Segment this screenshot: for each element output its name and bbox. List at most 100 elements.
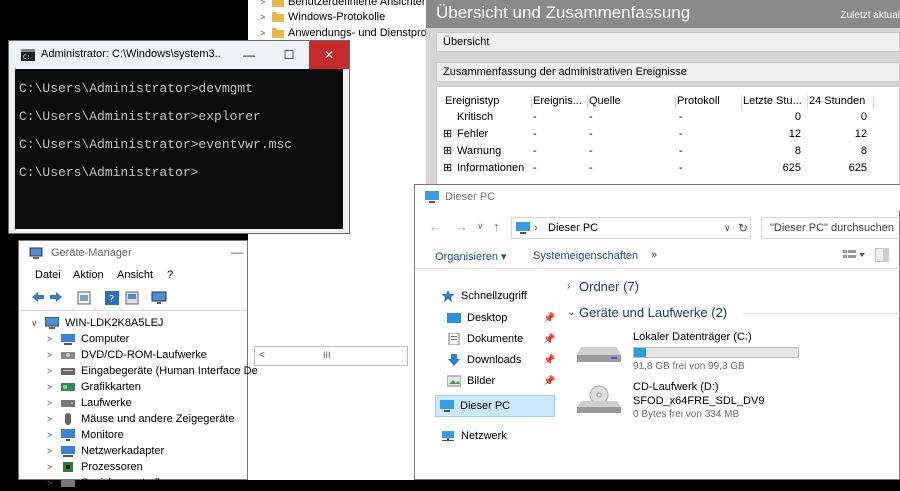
device-category-graphics[interactable]: > Grafikkarten	[47, 379, 141, 395]
up-arrow-icon[interactable]: ↑	[493, 219, 500, 234]
chevron-right-icon[interactable]: >	[47, 414, 61, 424]
section-overview[interactable]: Übersicht	[436, 32, 900, 52]
group-folders[interactable]: › Ordner (7)	[567, 279, 897, 297]
details-pane-icon[interactable]	[875, 248, 889, 262]
column-header[interactable]: Ereignis...	[529, 95, 588, 109]
group-drives[interactable]: ⌄ Geräte und Laufwerke (2)	[567, 305, 900, 323]
menu-file[interactable]: Datei	[35, 269, 61, 281]
back-arrow-icon[interactable]: ←	[429, 219, 442, 234]
device-category-dvd[interactable]: > DVD/CD-ROM-Laufwerke	[47, 347, 207, 363]
device-category-mice[interactable]: > Mäuse und andere Zeigegeräte	[47, 411, 235, 427]
tree-item-custom-views[interactable]: > Benutzerdefinierte Ansichten	[260, 0, 428, 9]
chevron-right-icon[interactable]: ›	[567, 281, 570, 292]
nav-network[interactable]: Netzwerk	[441, 427, 507, 445]
device-category-computer[interactable]: > Computer	[47, 331, 129, 347]
chevron-right-icon[interactable]: >	[260, 12, 270, 22]
close-button[interactable]: ✕	[309, 41, 349, 69]
organize-button[interactable]: Organisieren ▾	[435, 250, 507, 263]
nav-quick-access[interactable]: Schnellzugriff	[441, 287, 527, 305]
dm-title-bar[interactable]: Geräte-Manager —	[19, 241, 247, 265]
menu-view[interactable]: Ansicht	[117, 269, 153, 281]
column-header[interactable]: Quelle	[585, 95, 676, 109]
back-arrow-icon[interactable]	[31, 291, 45, 303]
nav-pictures[interactable]: Bilder	[447, 372, 495, 390]
chevron-right-icon[interactable]: >	[47, 462, 61, 472]
pin-icon[interactable]: 📌	[543, 313, 555, 324]
maximize-button[interactable]: ☐	[269, 41, 309, 69]
column-header[interactable]: Ereignistyp	[441, 95, 532, 109]
column-header[interactable]: 24 Stunden	[805, 95, 874, 109]
scroll-thumb[interactable]: III	[323, 350, 331, 360]
pin-icon[interactable]: 📌	[543, 376, 555, 387]
chevron-right-icon[interactable]: >	[260, 0, 270, 7]
menu-action[interactable]: Aktion	[73, 269, 104, 281]
chevron-right-icon[interactable]: >	[47, 430, 61, 440]
recent-locations-icon[interactable]: ∨	[477, 221, 484, 232]
device-category-storage[interactable]: > Speichercontroller	[47, 475, 170, 491]
menu-help[interactable]: ?	[167, 269, 173, 281]
chevron-right-icon[interactable]: >	[47, 350, 61, 360]
organize-label: Organisieren	[435, 251, 498, 263]
cmd-title-bar[interactable]: C: Administrator: C:\Windows\system3... …	[9, 41, 349, 69]
device-category-monitors[interactable]: > Monitore	[47, 427, 124, 443]
scan-hardware-icon[interactable]	[125, 291, 139, 305]
section-summary[interactable]: Zusammenfassung der administrativen Erei…	[436, 62, 900, 82]
nav-this-pc-selected[interactable]: Dieser PC	[435, 395, 555, 417]
minimize-button[interactable]: —	[229, 41, 269, 69]
device-category-hid[interactable]: > Eingabegeräte (Human Interface De	[47, 363, 258, 379]
star-icon	[441, 290, 455, 302]
chevron-right-icon[interactable]: >	[260, 28, 270, 38]
summary-title-text: Übersicht und Zusammenfassung	[436, 3, 691, 22]
address-bar[interactable]: › Dieser PC ∨ ↻	[511, 217, 751, 239]
device-category-network[interactable]: > Netzwerkadapter	[47, 443, 164, 459]
forward-arrow-icon[interactable]: →	[455, 219, 468, 234]
more-commands-button[interactable]: »	[651, 249, 657, 261]
device-category-processors[interactable]: > Prozessoren	[47, 459, 143, 475]
chevron-right-icon[interactable]: >	[47, 398, 61, 408]
chevron-down-icon[interactable]: ⌄	[567, 307, 575, 318]
view-options-icon[interactable]	[843, 249, 865, 261]
ex-title-bar[interactable]: Dieser PC	[415, 185, 900, 211]
device-category-label: Laufwerke	[81, 397, 132, 409]
folder-icon	[272, 0, 284, 7]
expand-icon[interactable]: ⊞	[443, 161, 452, 175]
scroll-left-icon[interactable]: <	[259, 350, 265, 361]
tree-item-windows-logs[interactable]: > Windows-Protokolle	[260, 10, 385, 24]
chevron-down-icon[interactable]: ∨	[31, 318, 45, 329]
drive-d[interactable]: CD-Laufwerk (D:) SFOD_x64FRE_SDL_DV9 0 B…	[577, 379, 797, 429]
chevron-right-icon[interactable]: >	[47, 366, 61, 376]
system-properties-button[interactable]: Systemeigenschaften	[533, 250, 638, 262]
monitor-icon[interactable]	[151, 291, 167, 305]
expand-icon[interactable]: ⊞	[443, 127, 452, 141]
pin-icon[interactable]: 📌	[543, 334, 555, 345]
column-header[interactable]: Protokoll	[673, 95, 742, 109]
nav-desktop[interactable]: Desktop	[447, 309, 507, 327]
chevron-down-icon[interactable]: ∨	[724, 223, 731, 234]
chevron-right-icon[interactable]: >	[47, 382, 61, 392]
disk-drive-icon	[61, 397, 75, 409]
summary-title: Übersicht und Zusammenfassung	[426, 0, 900, 28]
minimize-button[interactable]: —	[231, 245, 243, 259]
column-header[interactable]: Letzte Stu...	[739, 95, 808, 109]
device-category-drives[interactable]: > Laufwerke	[47, 395, 132, 411]
hard-drive-icon	[577, 339, 621, 363]
refresh-icon[interactable]: ↻	[738, 221, 748, 235]
nav-documents[interactable]: Dokumente	[447, 330, 523, 348]
drive-c[interactable]: Lokaler Datenträger (C:) 91,8 GB frei vo…	[577, 329, 799, 375]
pin-icon[interactable]: 📌	[543, 355, 555, 366]
horizontal-scrollbar[interactable]: < III	[254, 346, 408, 366]
tree-item-app-logs[interactable]: > Anwendungs- und Dienstpro	[260, 26, 427, 40]
properties-icon[interactable]	[77, 291, 91, 305]
tree-root[interactable]: ∨ WIN-LDK2K8A5LEJ	[31, 315, 163, 331]
chevron-right-icon[interactable]: >	[47, 334, 61, 344]
chevron-right-icon[interactable]: >	[47, 446, 61, 456]
pictures-icon	[447, 375, 461, 387]
nav-downloads[interactable]: Downloads	[447, 351, 521, 369]
svg-text:?: ?	[109, 294, 114, 305]
breadcrumb[interactable]: Dieser PC	[548, 222, 598, 234]
help-icon[interactable]: ?	[105, 291, 119, 305]
cmd-console[interactable]: C:\Users\Administrator>devmgmt C:\Users\…	[15, 69, 343, 229]
search-input[interactable]: "Dieser PC" durchsuchen	[761, 217, 900, 239]
forward-arrow-icon[interactable]	[49, 291, 63, 303]
expand-icon[interactable]: ⊞	[443, 144, 452, 158]
